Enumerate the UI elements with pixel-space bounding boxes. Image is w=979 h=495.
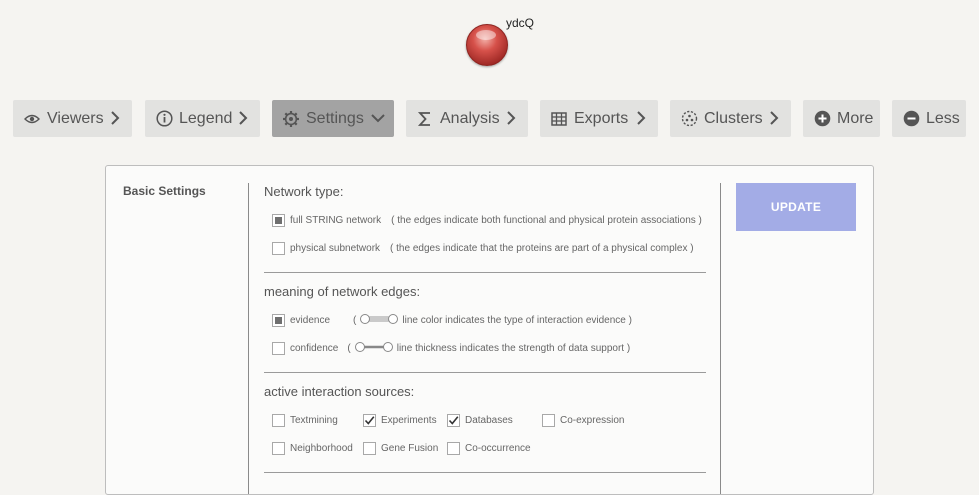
- checkbox-neighborhood[interactable]: [272, 441, 285, 455]
- option-description: line color indicates the type of interac…: [402, 314, 632, 326]
- full-network-option[interactable]: full STRING network ( the edges indicate…: [272, 213, 702, 227]
- viewers-label: Viewers: [47, 109, 104, 127]
- eye-icon: [23, 110, 41, 128]
- viewers-button[interactable]: Viewers: [13, 100, 132, 137]
- radio-physical-subnetwork[interactable]: [272, 241, 285, 255]
- table-icon: [550, 110, 568, 128]
- chevron-right-icon: [108, 110, 122, 126]
- paren-open: (: [347, 342, 351, 354]
- basic-settings-title: Basic Settings: [123, 184, 206, 198]
- network-node[interactable]: ydcQ: [466, 14, 546, 74]
- protein-node-ball[interactable]: [466, 24, 508, 66]
- confidence-option[interactable]: confidence ( line thickness indicates th…: [272, 341, 630, 355]
- chevron-right-icon: [504, 110, 518, 126]
- clusters-button[interactable]: Clusters: [670, 100, 791, 137]
- settings-label: Settings: [306, 109, 364, 127]
- chevron-right-icon: [767, 110, 781, 126]
- section-divider: [264, 272, 706, 273]
- divider: [248, 183, 249, 494]
- option-label: physical subnetwork: [290, 242, 381, 254]
- checkbox-coexpression[interactable]: [542, 413, 555, 427]
- chevron-down-icon: [370, 111, 386, 127]
- paren-open: (: [353, 314, 357, 326]
- option-label: evidence: [290, 314, 331, 326]
- source-label: Co-expression: [560, 414, 625, 426]
- source-label: Co-occurrence: [465, 442, 531, 454]
- settings-panel: Basic Settings Network type: full STRING…: [105, 165, 874, 495]
- source-label: Experiments: [381, 414, 437, 426]
- legend-label: Legend: [179, 109, 233, 127]
- source-textmining[interactable]: Textmining: [272, 413, 338, 427]
- section-divider: [264, 472, 706, 473]
- less-label: Less: [926, 109, 960, 127]
- node-label: ydcQ: [506, 16, 535, 30]
- source-label: Textmining: [290, 414, 338, 426]
- source-label: Gene Fusion: [381, 442, 439, 454]
- checkbox-textmining[interactable]: [272, 413, 285, 427]
- edges-meaning-title: meaning of network edges:: [264, 284, 421, 299]
- source-neighborhood[interactable]: Neighborhood: [272, 441, 353, 455]
- radio-confidence[interactable]: [272, 341, 285, 355]
- source-cooccurrence[interactable]: Co-occurrence: [447, 441, 531, 455]
- divider: [720, 183, 721, 494]
- chevron-right-icon: [634, 110, 648, 126]
- option-description: line thickness indicates the strength of…: [396, 342, 631, 354]
- source-databases[interactable]: Databases: [447, 413, 513, 427]
- checkbox-experiments[interactable]: [363, 413, 376, 427]
- source-experiments[interactable]: Experiments: [363, 413, 437, 427]
- exports-label: Exports: [574, 109, 629, 127]
- option-label: full STRING network: [290, 214, 382, 226]
- less-button[interactable]: Less: [892, 100, 966, 137]
- network-type-title: Network type:: [264, 184, 344, 199]
- source-label: Neighborhood: [290, 442, 353, 454]
- sources-title: active interaction sources:: [264, 384, 415, 399]
- analysis-label: Analysis: [440, 109, 500, 127]
- checkbox-gene-fusion[interactable]: [363, 441, 376, 455]
- exports-button[interactable]: Exports: [540, 100, 658, 137]
- sigma-icon: [416, 110, 434, 128]
- cluster-icon: [680, 110, 698, 128]
- physical-subnetwork-option[interactable]: physical subnetwork ( the edges indicate…: [272, 241, 694, 255]
- option-description: ( the edges indicate both functional and…: [391, 214, 702, 226]
- source-label: Databases: [465, 414, 513, 426]
- option-label: confidence: [290, 342, 339, 354]
- gear-icon: [282, 110, 300, 128]
- radio-evidence[interactable]: [272, 313, 285, 327]
- evidence-option[interactable]: evidence ( line color indicates the type…: [272, 313, 632, 327]
- more-label: More: [837, 109, 874, 127]
- settings-button[interactable]: Settings: [272, 100, 394, 137]
- more-button[interactable]: More: [803, 100, 880, 137]
- section-divider: [264, 372, 706, 373]
- update-button[interactable]: UPDATE: [736, 183, 856, 231]
- legend-button[interactable]: Legend: [145, 100, 260, 137]
- source-gene-fusion[interactable]: Gene Fusion: [363, 441, 438, 455]
- info-icon: [155, 110, 173, 128]
- source-coexpression[interactable]: Co-expression: [542, 413, 624, 427]
- plus-circle-icon: [813, 110, 831, 128]
- checkbox-databases[interactable]: [447, 413, 460, 427]
- clusters-label: Clusters: [704, 109, 763, 127]
- radio-full-network[interactable]: [272, 213, 285, 227]
- chevron-right-icon: [236, 110, 250, 126]
- checkbox-cooccurrence[interactable]: [447, 441, 460, 455]
- option-description: ( the edges indicate that the proteins a…: [390, 242, 694, 254]
- thick-line-edge-icon: [354, 341, 394, 356]
- analysis-button[interactable]: Analysis: [406, 100, 528, 137]
- minus-circle-icon: [902, 110, 920, 128]
- multi-line-edge-icon: [359, 313, 399, 328]
